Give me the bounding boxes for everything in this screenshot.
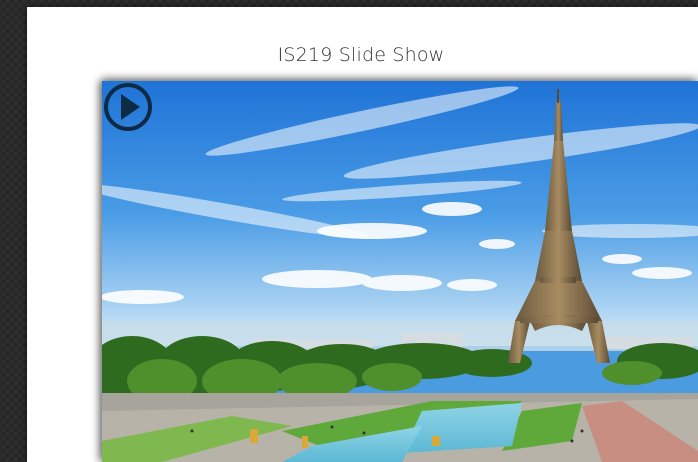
eiffel-tower-photo	[102, 81, 698, 462]
slide-image	[102, 81, 698, 462]
slideshow-panel: IS219 Slide Show	[27, 7, 698, 462]
play-button[interactable]	[102, 81, 154, 133]
page-title: IS219 Slide Show	[277, 44, 445, 66]
play-circle-icon	[104, 83, 152, 131]
